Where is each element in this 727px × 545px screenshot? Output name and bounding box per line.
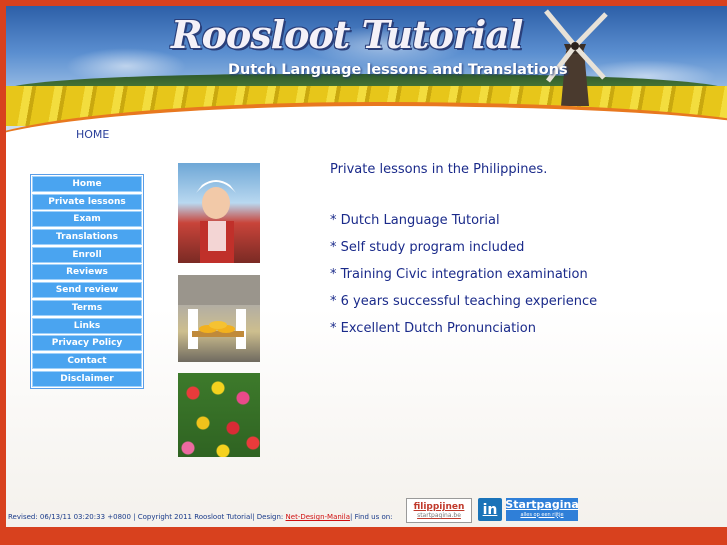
top-nav-home-link[interactable]: HOME	[76, 128, 109, 141]
dutch-girl-figure-icon	[196, 180, 236, 263]
filippijnen-label: filippijnen	[413, 502, 465, 512]
cheese-carriers-icon	[178, 275, 260, 349]
sidebar-item-translations[interactable]: Translations	[32, 229, 142, 246]
bullet-item: * Training Civic integration examination	[330, 267, 588, 282]
sidebar-item-send-review[interactable]: Send review	[32, 282, 142, 299]
footer-find-us: | Find us on:	[349, 513, 393, 521]
sidebar-item-exam[interactable]: Exam	[32, 211, 142, 228]
bullet-item: * Dutch Language Tutorial	[330, 213, 500, 228]
footer-text: Revised: 06/13/11 03:20:33 +0800 | Copyr…	[8, 513, 286, 521]
page-frame: Roosloot Tutorial Dutch Language lessons…	[6, 6, 727, 527]
linkedin-icon[interactable]: in	[478, 498, 502, 521]
sidebar-nav: Home Private lessons Exam Translations E…	[30, 174, 144, 390]
startpagina-sublabel: alles op een rijtje	[520, 511, 564, 518]
sidebar-item-terms[interactable]: Terms	[32, 299, 142, 316]
linkedin-label: in	[482, 501, 498, 518]
startpagina-label: Startpagina	[505, 497, 579, 511]
sidebar-item-links[interactable]: Links	[32, 317, 142, 334]
sidebar-item-reviews[interactable]: Reviews	[32, 264, 142, 281]
sidebar-item-home[interactable]: Home	[32, 176, 142, 192]
bullet-item: * 6 years successful teaching experience	[330, 294, 598, 309]
startpagina-badge[interactable]: Startpagina alles op een rijtje	[505, 497, 579, 521]
site-subtitle: Dutch Language lessons and Translations	[228, 62, 568, 78]
header-banner: Roosloot Tutorial Dutch Language lessons…	[6, 6, 727, 141]
sidebar-item-enroll[interactable]: Enroll	[32, 246, 142, 263]
design-credit-link[interactable]: Net-Design-Manila	[286, 513, 350, 521]
filippijnen-sublabel: startpagina.be	[417, 512, 461, 519]
sidebar-item-privacy-policy[interactable]: Privacy Policy	[32, 335, 142, 352]
bullet-item: * Self study program included	[330, 240, 525, 255]
photo-tulips	[178, 373, 260, 457]
sidebar-item-private-lessons[interactable]: Private lessons	[32, 193, 142, 210]
filippijnen-badge[interactable]: filippijnen startpagina.be	[406, 498, 472, 523]
content-heading: Private lessons in the Philippines.	[330, 162, 548, 177]
sidebar-item-contact[interactable]: Contact	[32, 352, 142, 369]
site-title: Roosloot Tutorial	[171, 12, 523, 57]
windmill-icon	[544, 9, 608, 106]
footer: Revised: 06/13/11 03:20:33 +0800 | Copyr…	[8, 513, 393, 521]
photo-dutch-girl	[178, 163, 260, 263]
photo-cheese-market	[178, 275, 260, 362]
sidebar-item-disclaimer[interactable]: Disclaimer	[32, 370, 142, 387]
bullet-item: * Excellent Dutch Pronunciation	[330, 321, 536, 336]
